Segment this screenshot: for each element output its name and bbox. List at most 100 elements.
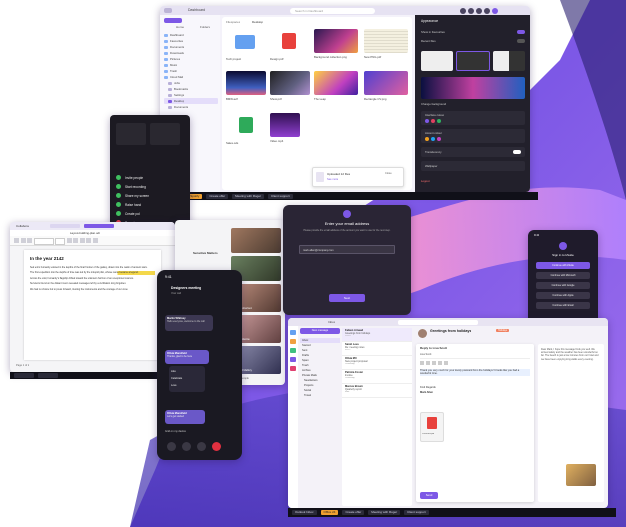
back-button[interactable] <box>164 8 172 13</box>
file-card[interactable]: Background collection.png <box>314 29 358 63</box>
size-select[interactable] <box>55 238 65 245</box>
underline-button[interactable] <box>432 361 436 365</box>
toggle-switch[interactable] <box>517 39 525 43</box>
color-swatch[interactable] <box>425 119 429 123</box>
signin-google-button[interactable]: Continue with Google <box>536 282 590 289</box>
file-card[interactable]: Show.pdf <box>270 71 310 105</box>
toolbar-button[interactable] <box>14 238 19 243</box>
sidebar-item[interactable]: Documents <box>164 104 218 110</box>
taskbar-item[interactable]: Client support <box>404 510 429 515</box>
signin-email-button[interactable]: Continue with Email <box>536 302 590 309</box>
taskbar-item[interactable]: Meeting with Roger <box>232 193 265 199</box>
participant-tile[interactable] <box>231 228 281 253</box>
file-card[interactable]: Video.mp4 <box>270 113 310 147</box>
search-input[interactable] <box>398 319 478 325</box>
toggle-switch[interactable] <box>513 150 521 154</box>
toolbar-button[interactable] <box>20 238 26 243</box>
taskbar-item[interactable]: Create offer <box>342 510 365 515</box>
signin-ksuite-button[interactable]: Continue with kSuite <box>536 262 590 269</box>
menu-item-create-poll[interactable]: Create poll <box>116 209 184 218</box>
chat-icon[interactable] <box>290 366 296 371</box>
attach-button[interactable] <box>444 361 448 365</box>
theme-preview-dark[interactable] <box>456 51 490 71</box>
wallpaper-preview[interactable] <box>421 77 525 99</box>
file-card[interactable]: Sales.ods <box>226 113 266 147</box>
italic-button[interactable] <box>73 238 78 243</box>
user-avatar[interactable] <box>492 7 498 14</box>
reaction-option[interactable]: Celebrate <box>171 375 203 382</box>
next-button[interactable]: Next <box>329 294 365 302</box>
color-swatch[interactable] <box>437 119 441 123</box>
theme-preview-light[interactable] <box>421 51 453 71</box>
message-row[interactable]: Sarah Lees Re: meeting notes 09:12 <box>342 342 412 356</box>
search-input[interactable]: Search in Dashboard <box>290 7 375 14</box>
more-button[interactable] <box>197 442 206 451</box>
settings-card[interactable]: Translucency <box>421 147 525 157</box>
apps-icon[interactable] <box>476 7 482 14</box>
taskbar-item[interactable]: Meeting with Roger <box>368 510 401 515</box>
reply-body[interactable]: Thank you very much for your lovely post… <box>420 369 530 376</box>
close-toast-button[interactable]: Close <box>385 172 392 175</box>
taskbar-item[interactable] <box>38 373 58 378</box>
taskbar-item[interactable]: Create offer <box>206 193 229 199</box>
help-icon[interactable] <box>468 7 474 14</box>
attachment-card[interactable]: Postcard.pdf <box>420 412 444 442</box>
mic-button[interactable] <box>167 442 176 451</box>
email-input[interactable]: mark.allen@company.com <box>299 245 395 254</box>
tab-folders[interactable]: Folders <box>200 25 210 29</box>
tab-home[interactable]: Home <box>176 25 184 29</box>
align-button[interactable] <box>86 238 91 243</box>
compose-button[interactable]: New message <box>300 328 340 334</box>
color-swatch[interactable] <box>431 119 435 123</box>
message-row[interactable]: Marcus Brown Quarterly report Mon <box>342 384 412 398</box>
new-button[interactable] <box>164 18 182 23</box>
settings-card[interactable]: Interface colour <box>421 111 525 125</box>
toggle-switch[interactable] <box>517 30 525 34</box>
document-page[interactable]: In the year 2142 Sed enim humanity exist… <box>24 250 161 360</box>
signin-apple-button[interactable]: Continue with Apple <box>536 292 590 299</box>
breadcrumb-item[interactable]: Filespaces <box>226 20 240 24</box>
hangup-button[interactable] <box>212 442 221 451</box>
message-row[interactable]: Olivia MX New project proposal Yesterday <box>342 356 412 370</box>
file-card[interactable]: Rectangle CV.png <box>364 71 408 105</box>
signin-microsoft-button[interactable]: Continue with Microsoft <box>536 272 590 279</box>
change-background-link[interactable]: Change background <box>421 102 446 106</box>
file-card[interactable]: New PNG.pdf <box>364 29 408 63</box>
reaction-option[interactable]: Love <box>171 382 203 389</box>
taskbar-item[interactable] <box>14 373 34 378</box>
logout-button[interactable]: Logout <box>421 179 430 183</box>
settings-icon[interactable] <box>460 7 466 14</box>
color-swatch[interactable] <box>431 137 435 141</box>
message-row[interactable]: Fabien Arnaud Greetings from holidays 10… <box>342 328 412 342</box>
taskbar-item[interactable]: Outlook Inbox <box>292 510 317 515</box>
settings-card[interactable]: Wallpaper <box>421 161 525 171</box>
color-swatch[interactable] <box>425 137 429 141</box>
camera-button[interactable] <box>182 442 191 451</box>
menu-item-share-screen[interactable]: Share my screen <box>116 191 184 200</box>
toolbar-button[interactable] <box>27 238 32 243</box>
folder-item[interactable]: Travel <box>300 393 340 398</box>
bold-button[interactable] <box>66 238 72 243</box>
editor-tab[interactable] <box>50 224 80 228</box>
breadcrumb-item[interactable]: Desktop <box>252 20 263 24</box>
italic-button[interactable] <box>426 361 430 365</box>
color-swatch[interactable] <box>437 137 441 141</box>
menu-item-invite[interactable]: Invite people <box>116 173 184 182</box>
menu-item-raise-hand[interactable]: Raise hand <box>116 200 184 209</box>
editor-tab-active[interactable] <box>84 224 114 228</box>
notifications-icon[interactable] <box>484 7 490 14</box>
send-button[interactable]: Send <box>420 492 438 499</box>
file-card[interactable]: Tech project <box>226 29 264 63</box>
settings-card[interactable]: Accent colour <box>421 129 525 143</box>
reaction-option[interactable]: Like <box>171 368 203 375</box>
see-more-link[interactable]: See more <box>327 178 338 181</box>
mail-icon[interactable] <box>290 330 296 335</box>
theme-preview-auto[interactable] <box>493 51 525 71</box>
taskbar-item[interactable]: Client support <box>268 193 293 199</box>
bold-button[interactable] <box>420 361 424 365</box>
menu-item-record[interactable]: Start recording <box>116 182 184 191</box>
font-select[interactable] <box>33 238 54 245</box>
to-field[interactable]: Lisa Scott <box>420 353 530 359</box>
taskbar-item[interactable]: Office 24 <box>320 510 339 515</box>
file-card[interactable]: BMW.avif <box>226 71 266 105</box>
